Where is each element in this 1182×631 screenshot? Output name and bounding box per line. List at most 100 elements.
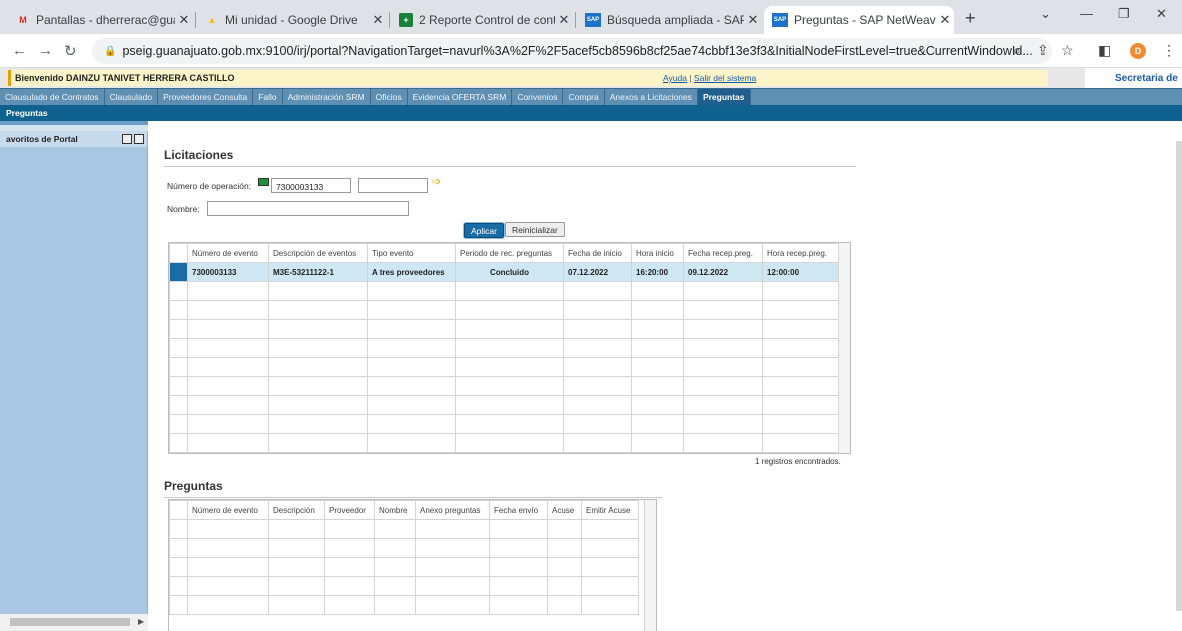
sidebar-options-icon[interactable] <box>122 134 132 144</box>
close-window-icon[interactable]: ✕ <box>1156 6 1167 22</box>
new-tab-icon[interactable]: + <box>965 8 976 29</box>
menu-item-convenios[interactable]: Convenios <box>512 89 564 105</box>
table-row[interactable] <box>169 538 639 558</box>
column-header-hora-recep[interactable]: Hora recep.preg. <box>762 243 839 263</box>
table-row[interactable] <box>169 395 839 415</box>
table-row[interactable] <box>169 357 839 377</box>
value-help-icon[interactable] <box>258 178 269 186</box>
browser-tab-drive[interactable]: ▲ Mi unidad - Google Drive ✕ <box>197 6 387 34</box>
row-selector[interactable] <box>169 357 188 377</box>
close-icon[interactable]: ✕ <box>555 12 573 28</box>
operation-from-input[interactable]: 7300003133 <box>271 178 351 193</box>
table-row[interactable] <box>169 376 839 396</box>
close-icon[interactable]: ✕ <box>744 12 762 28</box>
column-header-descripcion[interactable]: Descripción <box>268 500 325 520</box>
row-selector[interactable] <box>169 338 188 358</box>
column-header-acuse[interactable]: Acuse <box>547 500 582 520</box>
row-selector[interactable] <box>169 395 188 415</box>
operation-to-input[interactable] <box>358 178 428 193</box>
column-header-tipo-evento[interactable]: Tipo evento <box>367 243 456 263</box>
avatar[interactable]: D <box>1130 43 1146 59</box>
table-row[interactable]: 7300003133 M3E-53211122-1 A tres proveed… <box>169 262 839 282</box>
browser-tab-gmail[interactable]: M Pantallas - dherrerac@guana ✕ <box>8 6 193 34</box>
column-header-hora-inicio[interactable]: Hora inicio <box>631 243 684 263</box>
column-header-periodo[interactable]: Periodo de rec. preguntas <box>455 243 564 263</box>
more-menu-icon[interactable]: ⋮ <box>1162 42 1176 59</box>
menu-item-anexos-licitaciones[interactable]: Anexos a Licitaciones <box>605 89 698 105</box>
table-vertical-scrollbar[interactable] <box>644 500 656 631</box>
row-selector[interactable] <box>169 557 188 577</box>
table-row[interactable] <box>169 519 639 539</box>
table-row[interactable] <box>169 595 639 615</box>
column-header-fecha-recep[interactable]: Fecha recep.preg. <box>683 243 763 263</box>
column-header-fecha-inicio[interactable]: Fecha de inicio <box>563 243 632 263</box>
row-selector[interactable] <box>169 300 188 320</box>
restore-icon[interactable]: ❐ <box>1118 6 1130 22</box>
row-selector-header[interactable] <box>169 243 188 263</box>
row-selector[interactable] <box>169 319 188 339</box>
back-icon[interactable]: ← <box>12 42 27 59</box>
chevron-right-icon[interactable]: ▶ <box>138 617 144 626</box>
column-header-descripcion[interactable]: Descripción de eventos <box>268 243 368 263</box>
menu-item-compra[interactable]: Compra <box>563 89 605 105</box>
column-header-numero-evento[interactable]: Número de evento <box>187 500 269 520</box>
chevron-down-icon[interactable]: ⌄ <box>1040 6 1051 22</box>
column-header-emitir-acuse[interactable]: Emitir Acuse <box>581 500 639 520</box>
minimize-icon[interactable]: — <box>1080 6 1093 21</box>
reset-button[interactable]: Reinicializar <box>505 222 565 237</box>
browser-tab-sap-preguntas[interactable]: SAP Preguntas - SAP NetWeaver ✕ <box>764 6 954 34</box>
table-row[interactable] <box>169 576 639 596</box>
logout-link[interactable]: Salir del sistema <box>694 73 756 83</box>
name-input[interactable] <box>207 201 409 216</box>
browser-tab-sheets[interactable]: + 2 Reporte Control de contrat ✕ <box>391 6 573 34</box>
column-header-nombre[interactable]: Nombre <box>374 500 416 520</box>
sidebar-horizontal-scrollbar[interactable]: ▶ <box>0 614 148 631</box>
scrollbar-thumb[interactable] <box>10 618 130 626</box>
table-row[interactable] <box>169 338 839 358</box>
table-row[interactable] <box>169 557 639 577</box>
bookmark-star-icon[interactable]: ☆ <box>1061 42 1074 59</box>
row-selector[interactable] <box>169 519 188 539</box>
column-header-anexo[interactable]: Anexo preguntas <box>415 500 490 520</box>
row-selector[interactable] <box>169 595 188 615</box>
row-selector[interactable] <box>169 376 188 396</box>
table-row[interactable] <box>169 414 839 434</box>
close-icon[interactable]: ✕ <box>175 12 193 28</box>
zoom-icon[interactable]: ⌕ <box>1013 42 1021 59</box>
scrollbar-thumb[interactable] <box>1176 141 1182 611</box>
row-selector[interactable] <box>169 262 188 282</box>
column-header-numero-evento[interactable]: Número de evento <box>187 243 269 263</box>
help-link[interactable]: Ayuda <box>663 73 687 83</box>
row-selector-header[interactable] <box>169 500 188 520</box>
table-vertical-scrollbar[interactable] <box>838 243 850 453</box>
reload-icon[interactable]: ↻ <box>64 42 77 60</box>
browser-tab-sap-search[interactable]: SAP Búsqueda ampliada - SAP N ✕ <box>577 6 762 34</box>
share-icon[interactable]: ⇪ <box>1037 42 1049 59</box>
row-selector[interactable] <box>169 538 188 558</box>
page-vertical-scrollbar[interactable] <box>1175 121 1182 631</box>
table-row[interactable] <box>169 281 839 301</box>
row-selector[interactable] <box>169 433 188 453</box>
menu-item-proveedores-consulta[interactable]: Proveedores Consulta <box>158 89 254 105</box>
forward-icon[interactable]: → <box>38 42 53 59</box>
menu-item-evidencia-oferta[interactable]: Evidencia OFERTA SRM <box>408 89 513 105</box>
menu-item-oficios[interactable]: Oficios <box>371 89 408 105</box>
menu-item-administracion-srm[interactable]: Administración SRM <box>283 89 371 105</box>
sidebar-collapse-icon[interactable] <box>134 134 144 144</box>
sidepanel-icon[interactable]: ◧ <box>1098 42 1111 59</box>
url-field[interactable]: 🔒 pseig.guanajuato.gob.mx:9100/irj/porta… <box>92 38 1052 64</box>
row-selector[interactable] <box>169 414 188 434</box>
close-icon[interactable]: ✕ <box>936 12 954 28</box>
column-header-proveedor[interactable]: Proveedor <box>324 500 375 520</box>
arrow-right-icon[interactable]: ➩ <box>432 175 441 188</box>
column-header-fecha-envio[interactable]: Fecha envío <box>489 500 548 520</box>
row-selector[interactable] <box>169 576 188 596</box>
table-row[interactable] <box>169 433 839 453</box>
row-selector[interactable] <box>169 281 188 301</box>
menu-item-preguntas[interactable]: Preguntas <box>697 89 751 105</box>
close-icon[interactable]: ✕ <box>369 12 387 28</box>
table-row[interactable] <box>169 300 839 320</box>
menu-item-clausulado[interactable]: Clausulado <box>105 89 159 105</box>
menu-item-clausulado-contratos[interactable]: Clausulado de Contratos <box>0 89 105 105</box>
sub-navigation-title[interactable]: Preguntas <box>0 105 1182 121</box>
